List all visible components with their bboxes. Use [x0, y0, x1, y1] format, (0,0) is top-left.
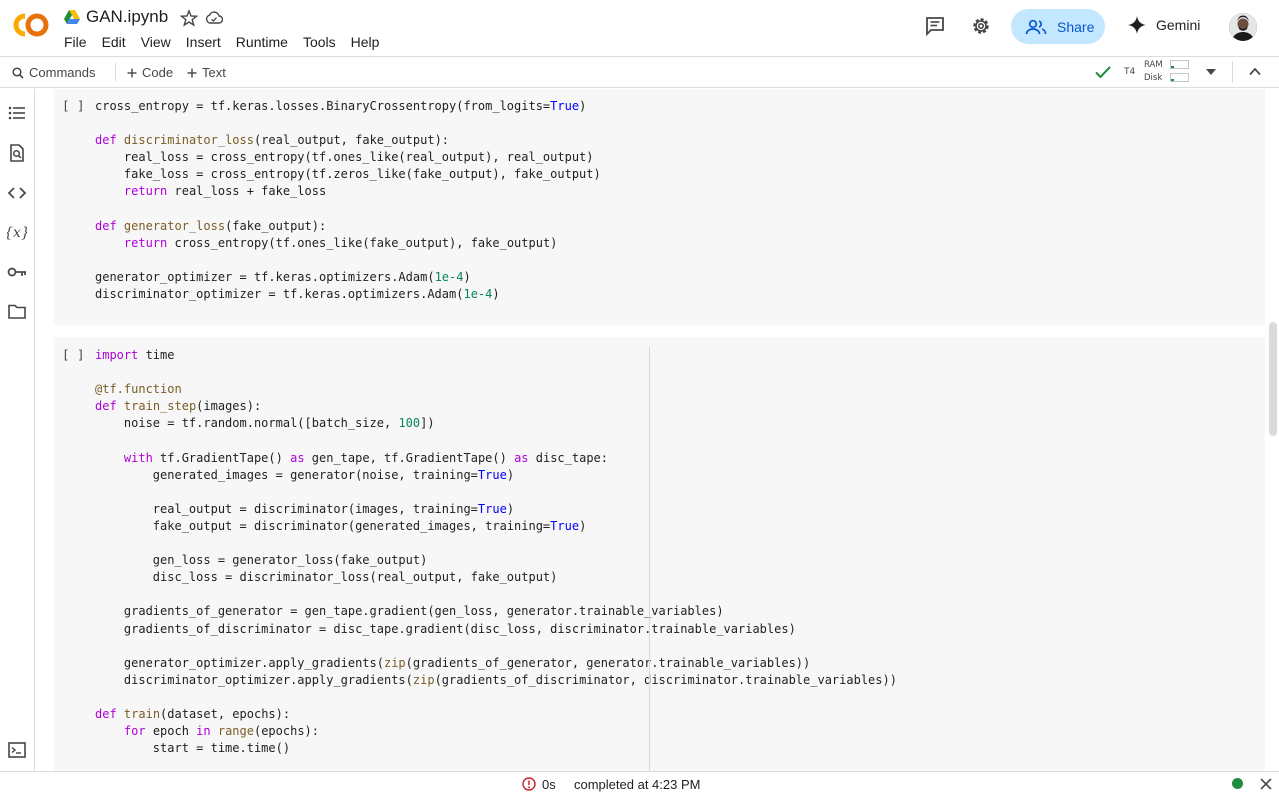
execution-time[interactable]: 0s — [542, 777, 556, 792]
disk-label: Disk — [1144, 73, 1163, 83]
secrets-key-icon[interactable] — [7, 262, 27, 282]
search-icon — [12, 66, 24, 79]
add-code-cell-button[interactable]: Code — [127, 65, 173, 80]
disk-usage-fill — [1171, 79, 1174, 81]
find-replace-icon[interactable] — [7, 143, 27, 163]
connected-check-icon[interactable] — [1094, 64, 1112, 80]
table-of-contents-icon[interactable] — [7, 103, 27, 123]
line-length-ruler — [649, 347, 650, 771]
notebook-title[interactable]: GAN.ipynb — [86, 7, 168, 27]
resource-labels[interactable]: RAM Disk — [1144, 59, 1163, 85]
disk-usage-bar — [1170, 73, 1189, 82]
plus-icon — [127, 68, 137, 77]
share-button[interactable]: Share — [1011, 9, 1105, 44]
notebook-toolbar: Commands Code Text T4 RAM Disk — [0, 56, 1279, 88]
menu-insert[interactable]: Insert — [186, 34, 221, 50]
people-icon — [1025, 19, 1047, 34]
menu-help[interactable]: Help — [351, 34, 380, 50]
menu-bar: File Edit View Insert Runtime Tools Help — [64, 34, 394, 50]
cell-run-marker[interactable]: [ ] — [62, 347, 85, 362]
notebook-area: [ ] cross_entropy = tf.keras.losses.Bina… — [35, 89, 1279, 771]
header: GAN.ipynb File Edit View Insert Runtime … — [0, 0, 1279, 56]
close-icon[interactable] — [1260, 778, 1272, 790]
scrollbar-thumb[interactable] — [1269, 322, 1277, 436]
cell-code[interactable]: import time @tf.function def train_step(… — [95, 347, 897, 757]
toolbar-divider — [115, 63, 116, 81]
cell-code[interactable]: cross_entropy = tf.keras.losses.BinaryCr… — [95, 98, 601, 303]
commands-button[interactable]: Commands — [12, 65, 95, 80]
code-snippets-icon[interactable] — [7, 183, 27, 203]
variables-icon[interactable]: {x} — [7, 222, 27, 242]
star-icon[interactable] — [180, 9, 198, 27]
gemini-sparkle-icon — [1128, 16, 1146, 34]
svg-text:{x}: {x} — [7, 225, 27, 241]
gpu-type-label[interactable]: T4 — [1124, 67, 1135, 77]
code-label: Code — [142, 65, 174, 80]
menu-file[interactable]: File — [64, 34, 87, 50]
toolbar-divider — [1232, 61, 1233, 83]
user-avatar-icon — [1229, 13, 1257, 41]
connection-status-dot — [1232, 778, 1243, 789]
share-label: Share — [1057, 18, 1095, 35]
left-sidebar: {x} — [0, 89, 35, 771]
files-folder-icon[interactable] — [7, 301, 27, 321]
ram-usage-bar — [1170, 60, 1189, 69]
menu-runtime[interactable]: Runtime — [236, 34, 288, 50]
code-cell[interactable]: [ ] cross_entropy = tf.keras.losses.Bina… — [54, 89, 1265, 325]
gemini-button[interactable]: Gemini — [1128, 16, 1200, 34]
commands-label: Commands — [29, 65, 96, 80]
chevron-up-icon[interactable] — [1249, 67, 1261, 76]
menu-view[interactable]: View — [141, 34, 171, 50]
colab-logo[interactable] — [12, 12, 50, 38]
cloud-saved-icon[interactable] — [205, 10, 223, 26]
ram-usage-fill — [1171, 66, 1174, 68]
gemini-label: Gemini — [1156, 17, 1201, 33]
plus-icon — [187, 68, 197, 77]
completion-status[interactable]: completed at 4:23 PM — [574, 777, 700, 792]
comment-icon[interactable] — [924, 15, 946, 37]
add-text-cell-button[interactable]: Text — [187, 65, 226, 80]
ram-label: RAM — [1144, 60, 1163, 70]
terminal-icon[interactable] — [7, 740, 27, 760]
text-label: Text — [202, 65, 226, 80]
status-bar: 0s completed at 4:23 PM — [0, 771, 1279, 795]
settings-gear-icon[interactable] — [970, 15, 992, 37]
google-drive-icon — [64, 10, 80, 24]
menu-tools[interactable]: Tools — [303, 34, 336, 50]
menu-edit[interactable]: Edit — [102, 34, 126, 50]
code-cell[interactable]: [ ] import time @tf.function def train_s… — [54, 337, 1265, 771]
avatar[interactable] — [1229, 13, 1257, 41]
cell-run-marker[interactable]: [ ] — [62, 98, 85, 113]
error-alert-icon[interactable] — [522, 777, 536, 791]
runtime-dropdown-icon[interactable] — [1205, 68, 1217, 76]
